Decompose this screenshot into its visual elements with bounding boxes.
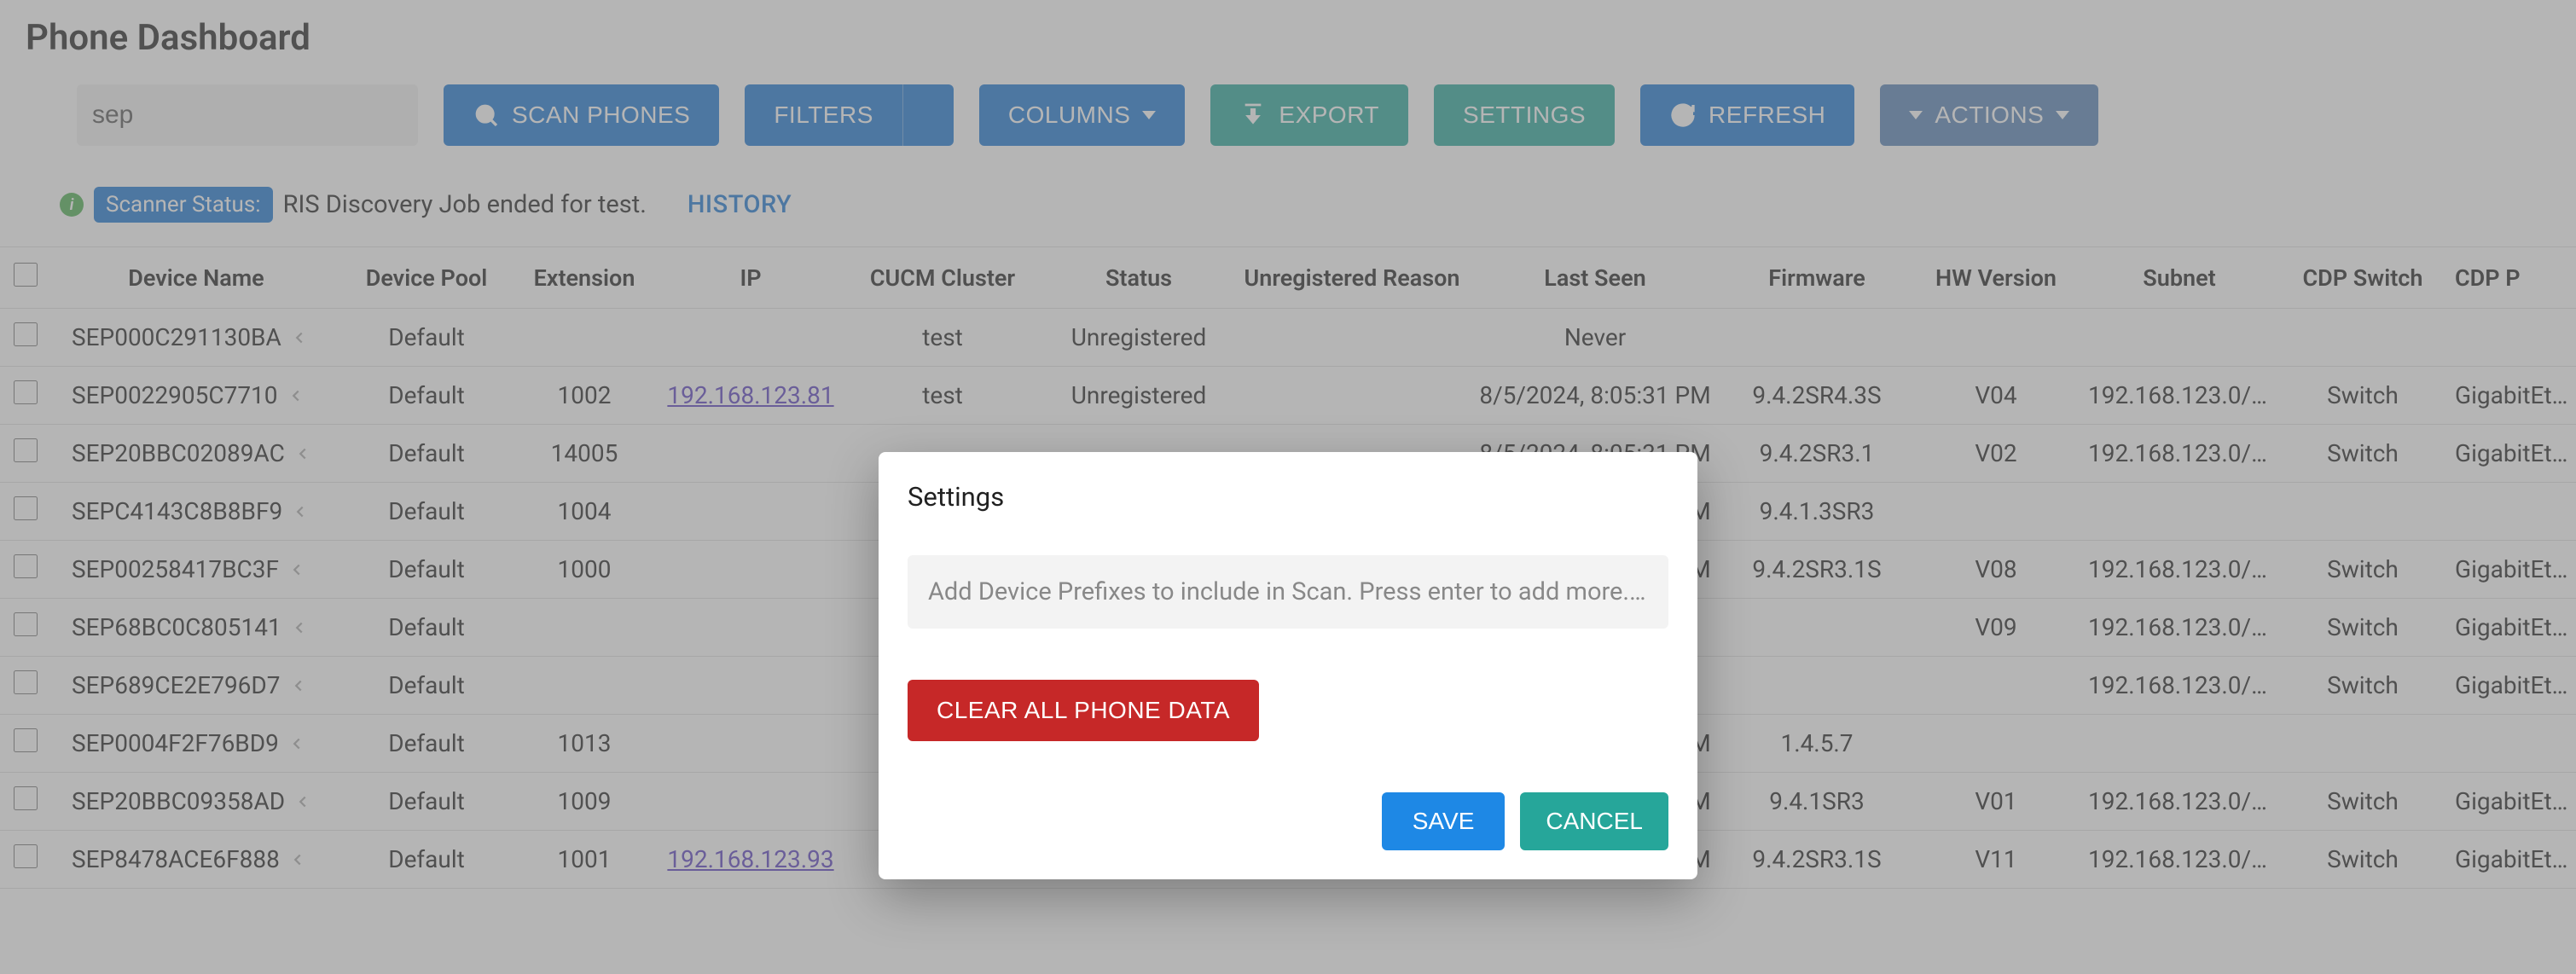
settings-modal: Settings Add Device Prefixes to include … <box>879 452 1697 879</box>
clear-all-phone-data-button[interactable]: CLEAR ALL PHONE DATA <box>908 680 1259 741</box>
prefix-input[interactable]: Add Device Prefixes to include in Scan. … <box>908 555 1668 629</box>
save-button[interactable]: SAVE <box>1382 792 1506 850</box>
cancel-button[interactable]: CANCEL <box>1520 792 1668 850</box>
modal-overlay[interactable]: Settings Add Device Prefixes to include … <box>0 0 2576 974</box>
modal-title: Settings <box>908 481 1668 513</box>
